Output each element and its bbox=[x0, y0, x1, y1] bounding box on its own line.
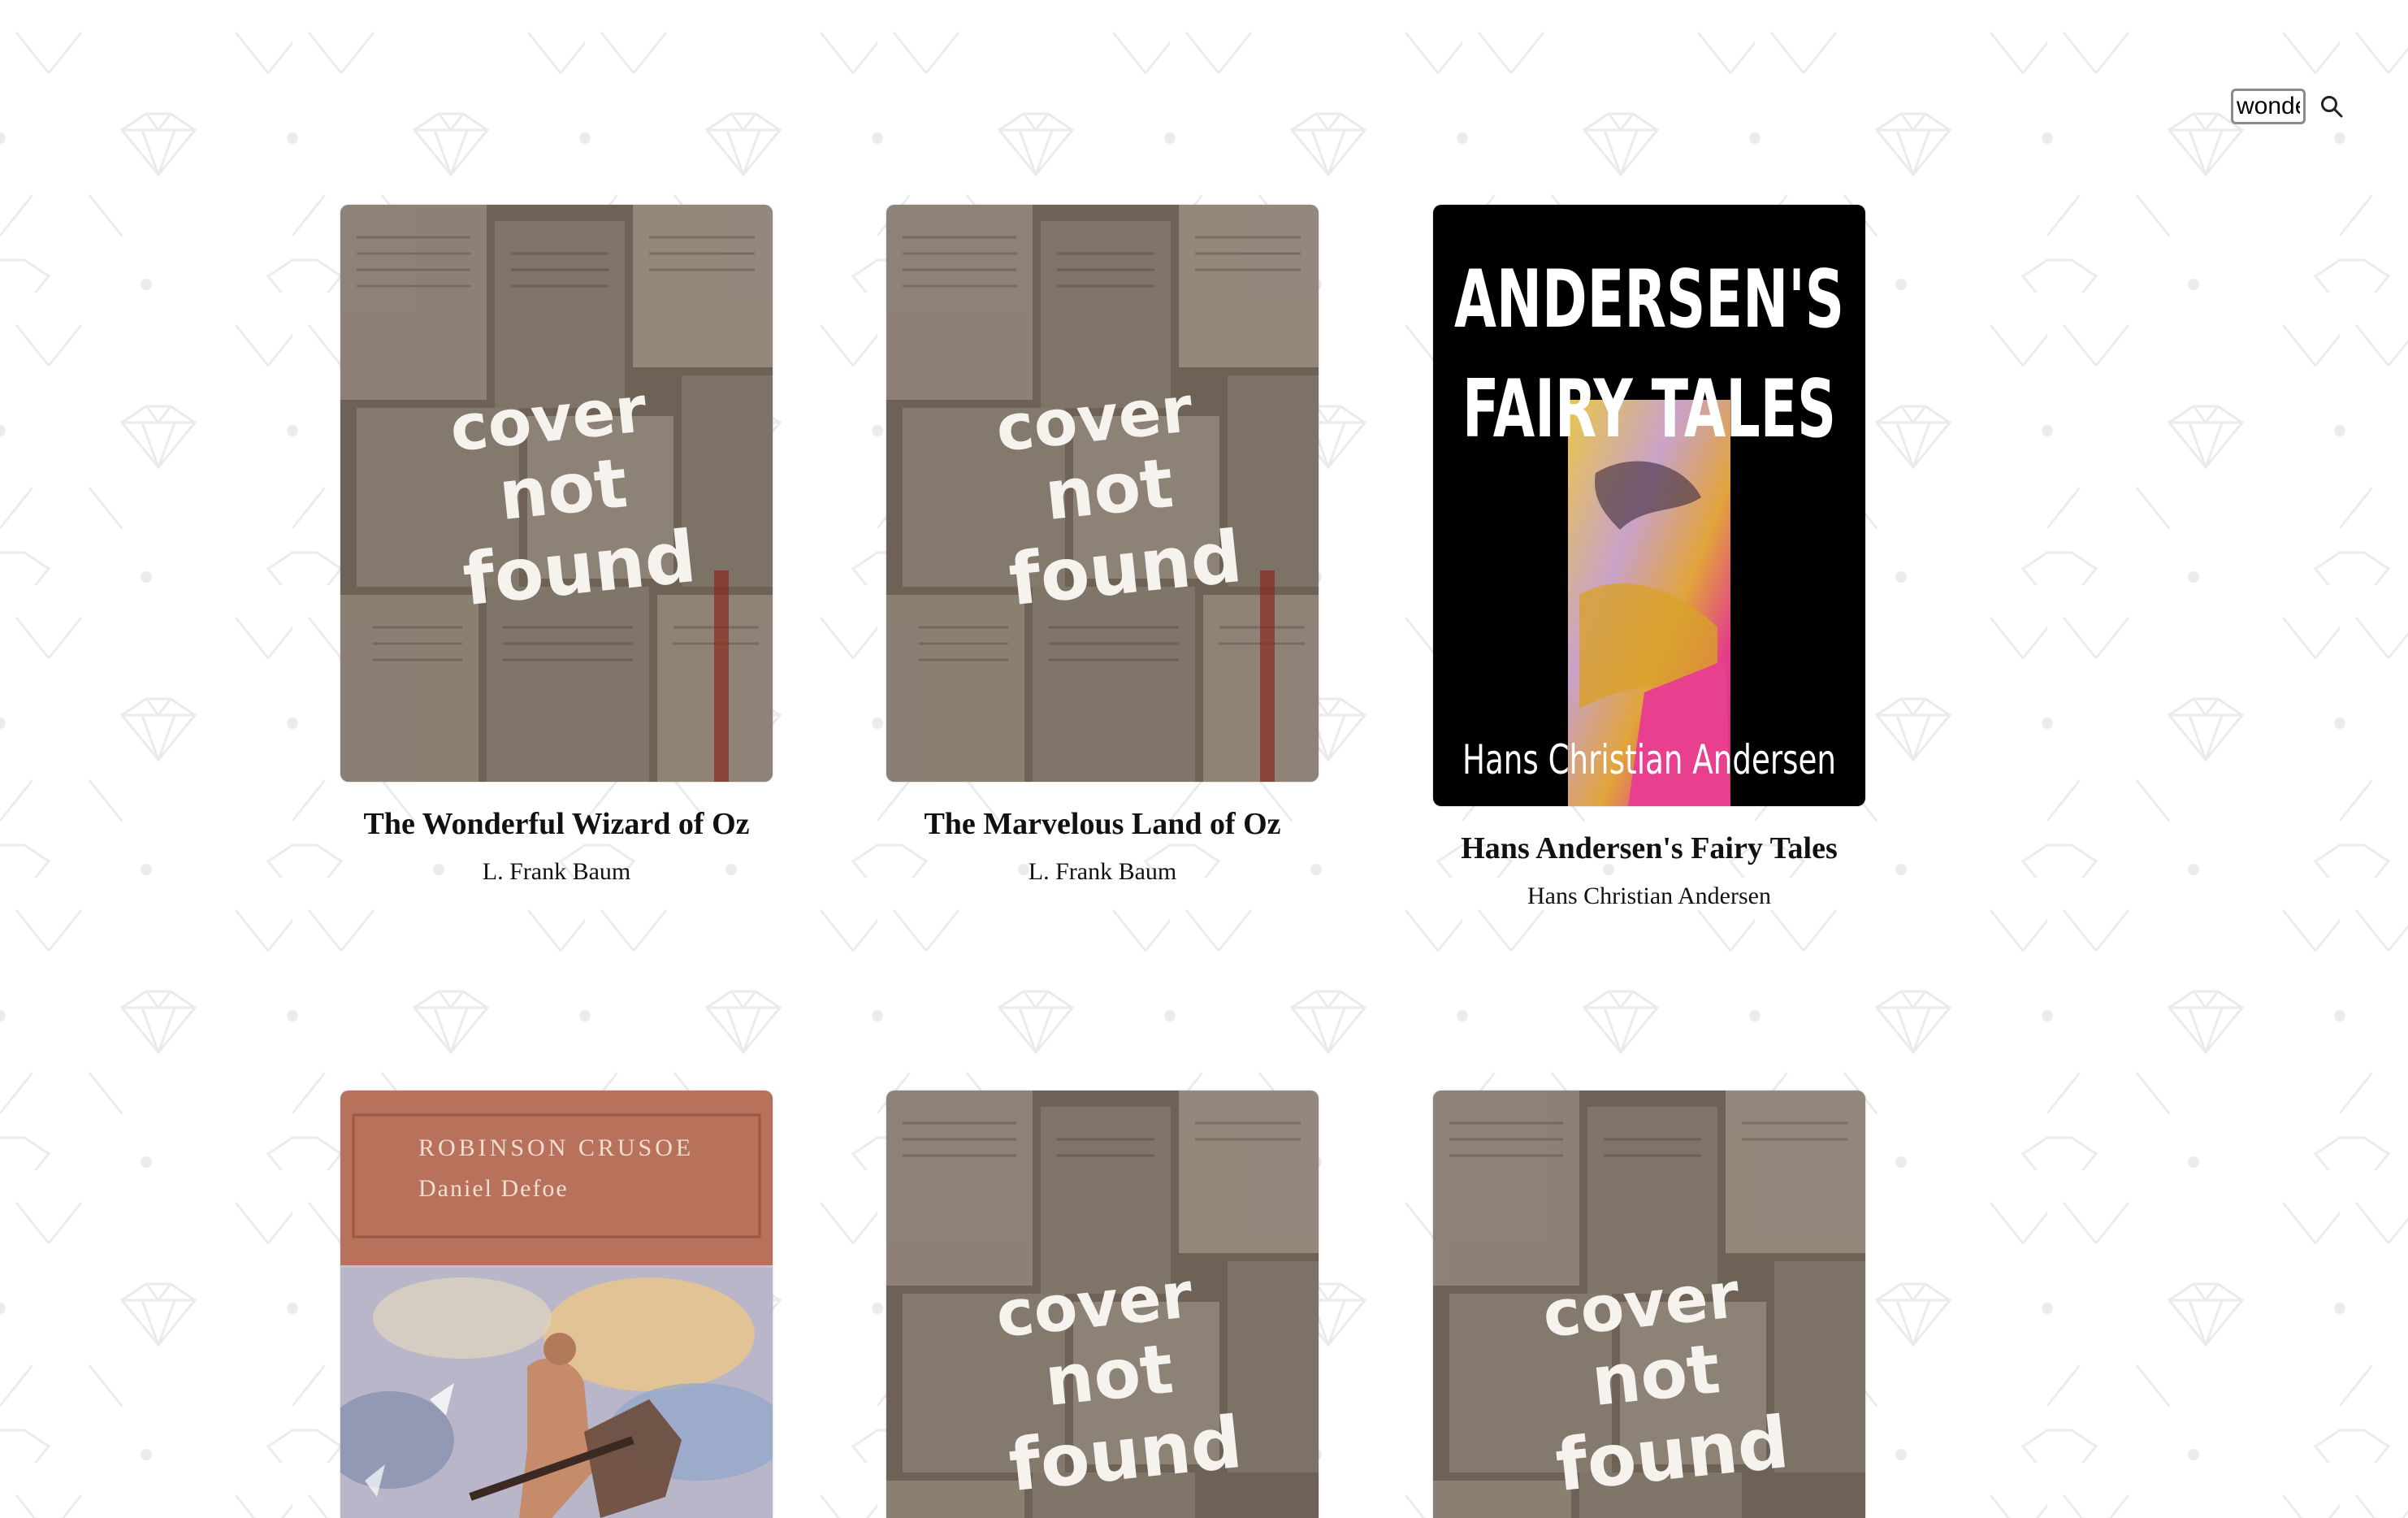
cover-text-line: not bbox=[1041, 443, 1176, 536]
book-cover[interactable]: ANDERSEN'S FAIRY TALES Hans Christian An… bbox=[1433, 205, 1865, 806]
cover-not-found-image: cover not found bbox=[886, 1091, 1319, 1518]
book-cover[interactable]: cover not found bbox=[1433, 1091, 1865, 1518]
cover-not-found-image: cover not found bbox=[1433, 1091, 1865, 1518]
cover-text-line: not bbox=[1041, 1329, 1176, 1421]
search-bar bbox=[2231, 86, 2348, 127]
book-card[interactable]: cover not found bbox=[886, 1091, 1319, 1518]
book-title[interactable]: Hans Andersen's Fairy Tales bbox=[1461, 831, 1837, 866]
book-search-page: cover not found The Wonderful Wizard of … bbox=[0, 0, 2408, 1518]
cover-title-line: ROBINSON CRUSOE bbox=[418, 1134, 694, 1161]
search-icon bbox=[2321, 96, 2343, 118]
book-card[interactable]: ROBINSON CRUSOE Daniel Defoe bbox=[340, 1091, 773, 1518]
book-cover[interactable]: cover not found bbox=[340, 205, 773, 782]
book-title[interactable]: The Marvelous Land of Oz bbox=[924, 806, 1280, 842]
cover-text-line: not bbox=[495, 443, 630, 536]
book-cover[interactable]: cover not found bbox=[886, 205, 1319, 782]
book-title[interactable]: The Wonderful Wizard of Oz bbox=[363, 806, 749, 842]
search-input[interactable] bbox=[2231, 89, 2306, 124]
book-card[interactable]: ANDERSEN'S FAIRY TALES Hans Christian An… bbox=[1433, 205, 1865, 910]
book-card[interactable]: cover not found The Marvelous Land of Oz… bbox=[886, 205, 1319, 886]
book-author: L. Frank Baum bbox=[1028, 858, 1177, 885]
robinson-crusoe-cover-image: ROBINSON CRUSOE Daniel Defoe bbox=[340, 1091, 773, 1518]
andersen-cover-image: ANDERSEN'S FAIRY TALES Hans Christian An… bbox=[1433, 205, 1865, 806]
book-author: L. Frank Baum bbox=[482, 858, 631, 885]
book-card[interactable]: cover not found The Wonderful Wizard of … bbox=[340, 205, 773, 886]
cover-not-found-image: cover not found bbox=[340, 205, 773, 782]
search-button[interactable] bbox=[2315, 90, 2348, 123]
cover-title-line: FAIRY TALES bbox=[1462, 363, 1836, 456]
cover-title-line: ANDERSEN'S bbox=[1454, 254, 1844, 346]
book-cover[interactable]: cover not found bbox=[886, 1091, 1319, 1518]
book-cover[interactable]: ROBINSON CRUSOE Daniel Defoe bbox=[340, 1091, 773, 1518]
cover-text-line: not bbox=[1587, 1329, 1723, 1421]
cover-author-line: Hans Christian Andersen bbox=[1462, 736, 1836, 783]
book-card[interactable]: cover not found bbox=[1433, 1091, 1865, 1518]
book-author: Hans Christian Andersen bbox=[1527, 883, 1771, 909]
cover-author-line: Daniel Defoe bbox=[418, 1175, 569, 1202]
cover-not-found-image: cover not found bbox=[886, 205, 1319, 782]
